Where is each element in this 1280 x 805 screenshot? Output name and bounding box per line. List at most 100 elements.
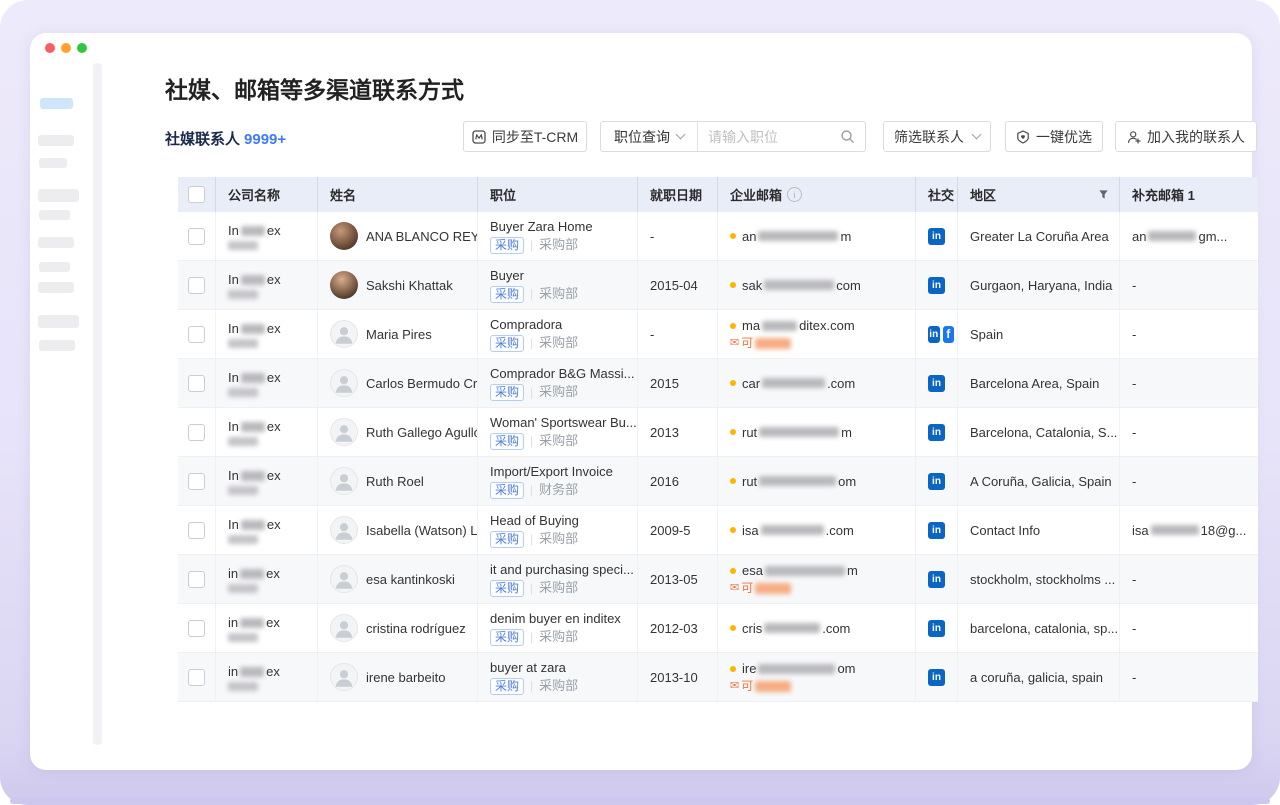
tag-divider: | (530, 433, 533, 449)
avatar (330, 614, 358, 642)
hire-date-cell: 2016 (638, 457, 718, 505)
facebook-icon[interactable]: f (943, 326, 955, 343)
page-title: 社媒、邮箱等多渠道联系方式 (165, 71, 464, 105)
position-query-dropdown[interactable]: 职位查询 (601, 122, 698, 151)
role-tag: 采购 (490, 433, 524, 450)
contact-row[interactable]: inexirene barbeitobuyer at zara采购|采购部201… (178, 653, 1258, 702)
role-tag: 采购 (490, 286, 524, 303)
region-cell: Greater La Coruña Area (958, 212, 1120, 260)
contact-row[interactable]: InexRuth Gallego AgullóWoman' Sportswear… (178, 408, 1258, 457)
row-checkbox[interactable] (188, 473, 205, 490)
app-frame: 社媒、邮箱等多渠道联系方式 社媒联系人9999+ 同步至T-CRM 职位查询 (0, 0, 1280, 805)
sidebar-active-item[interactable] (40, 98, 73, 109)
redacted-company-alt (228, 682, 258, 691)
row-checkbox[interactable] (188, 669, 205, 686)
contact-row[interactable]: InexMaria PiresCompradora采购|采购部-maditex.… (178, 310, 1258, 359)
linkedin-icon[interactable]: in (928, 326, 940, 343)
maximize-window-button[interactable] (77, 43, 87, 53)
chevron-down-icon (676, 130, 686, 140)
linkedin-icon[interactable]: in (928, 375, 945, 392)
company-cell: inex (216, 555, 318, 603)
linkedin-icon[interactable]: in (928, 522, 945, 539)
name-cell: Sakshi Khattak (318, 261, 478, 309)
one-click-select-button[interactable]: 一键优选 (1005, 121, 1103, 152)
avatar (330, 663, 358, 691)
filter-contacts-label: 筛选联系人 (894, 127, 964, 147)
filter-funnel-icon[interactable] (1098, 189, 1109, 200)
linkedin-icon[interactable]: in (928, 277, 945, 294)
row-checkbox[interactable] (188, 228, 205, 245)
contact-row[interactable]: InexANA BLANCO REYBuyer Zara Home采购|采购部-… (178, 212, 1258, 261)
envelope-icon: ✉ (730, 581, 739, 595)
linkedin-icon[interactable]: in (928, 473, 945, 490)
company-name: Inex (228, 223, 281, 238)
position-cell: Buyer Zara Home采购|采购部 (478, 212, 638, 260)
role-tag: 采购 (490, 678, 524, 695)
row-checkbox[interactable] (188, 522, 205, 539)
extra-email-cell: - (1120, 653, 1258, 701)
email-cell: rutm (718, 408, 916, 456)
sidebar-skeleton-bar (38, 189, 79, 202)
contact-row[interactable]: InexIsabella (Watson) L...Head of Buying… (178, 506, 1258, 555)
name-cell: Isabella (Watson) L... (318, 506, 478, 554)
header-company-email: 企业邮箱 i (718, 177, 916, 212)
table-body: InexANA BLANCO REYBuyer Zara Home采购|采购部-… (178, 212, 1258, 702)
company-name: Inex (228, 517, 281, 532)
row-checkbox[interactable] (188, 375, 205, 392)
position-title: Comprador B&G Massi... (490, 366, 635, 381)
row-checkbox[interactable] (188, 424, 205, 441)
contact-row[interactable]: inexcristina rodríguezdenim buyer en ind… (178, 604, 1258, 653)
header-name: 姓名 (318, 177, 478, 212)
row-checkbox[interactable] (188, 326, 205, 343)
role-tag: 采购 (490, 384, 524, 401)
redacted-text (759, 427, 839, 437)
position-title: denim buyer en inditex (490, 611, 621, 626)
info-icon[interactable]: i (787, 187, 802, 202)
linkedin-icon[interactable]: in (928, 669, 945, 686)
contact-name: cristina rodríguez (366, 621, 466, 636)
contact-row[interactable]: inexesa kantinkoskiit and purchasing spe… (178, 555, 1258, 604)
row-checkbox[interactable] (188, 277, 205, 294)
name-cell: cristina rodríguez (318, 604, 478, 652)
deliverable-badge: ✉可 (730, 581, 791, 595)
extra-email-cell: - (1120, 408, 1258, 456)
window-controls (45, 43, 87, 53)
redacted-text (241, 275, 265, 285)
sync-to-tcrm-button[interactable]: 同步至T-CRM (463, 121, 587, 152)
linkedin-icon[interactable]: in (928, 620, 945, 637)
linkedin-icon[interactable]: in (928, 571, 945, 588)
contact-row[interactable]: InexRuth RoelImport/Export Invoice采购|财务部… (178, 457, 1258, 506)
redacted-text (755, 583, 791, 594)
add-to-my-contacts-button[interactable]: 加入我的联系人 (1115, 121, 1257, 152)
minimize-window-button[interactable] (61, 43, 71, 53)
contact-row[interactable]: InexSakshi KhattakBuyer采购|采购部2015-04sakc… (178, 261, 1258, 310)
linkedin-icon[interactable]: in (928, 228, 945, 245)
linkedin-icon[interactable]: in (928, 424, 945, 441)
company-name: Inex (228, 370, 281, 385)
close-window-button[interactable] (45, 43, 55, 53)
department-label: 采购部 (539, 335, 578, 351)
header-social: 社交 (916, 177, 958, 212)
position-cell: Comprador B&G Massi...采购|采购部 (478, 359, 638, 407)
region-cell: Contact Info (958, 506, 1120, 554)
filter-contacts-dropdown[interactable]: 筛选联系人 (883, 121, 991, 152)
contact-row[interactable]: InexCarlos Bermudo Cr...Comprador B&G Ma… (178, 359, 1258, 408)
email-cell: rutom (718, 457, 916, 505)
email-status-dot (730, 282, 736, 288)
position-search-input[interactable]: 请输入职位 (698, 122, 865, 151)
search-icon[interactable] (840, 129, 855, 144)
header-company-email-label: 企业邮箱 (730, 185, 782, 204)
extra-email-cell: - (1120, 261, 1258, 309)
region-cell: barcelona, catalonia, sp... (958, 604, 1120, 652)
row-checkbox[interactable] (188, 571, 205, 588)
select-all-checkbox[interactable] (188, 186, 205, 203)
row-checkbox[interactable] (188, 620, 205, 637)
redacted-text (241, 324, 265, 334)
avatar (330, 320, 358, 348)
company-cell: Inex (216, 408, 318, 456)
sidebar-skeleton-bar (39, 340, 75, 351)
role-tag: 采购 (490, 531, 524, 548)
row-checkbox-cell (178, 604, 216, 652)
department-label: 财务部 (539, 482, 578, 498)
email-cell: isa.com (718, 506, 916, 554)
